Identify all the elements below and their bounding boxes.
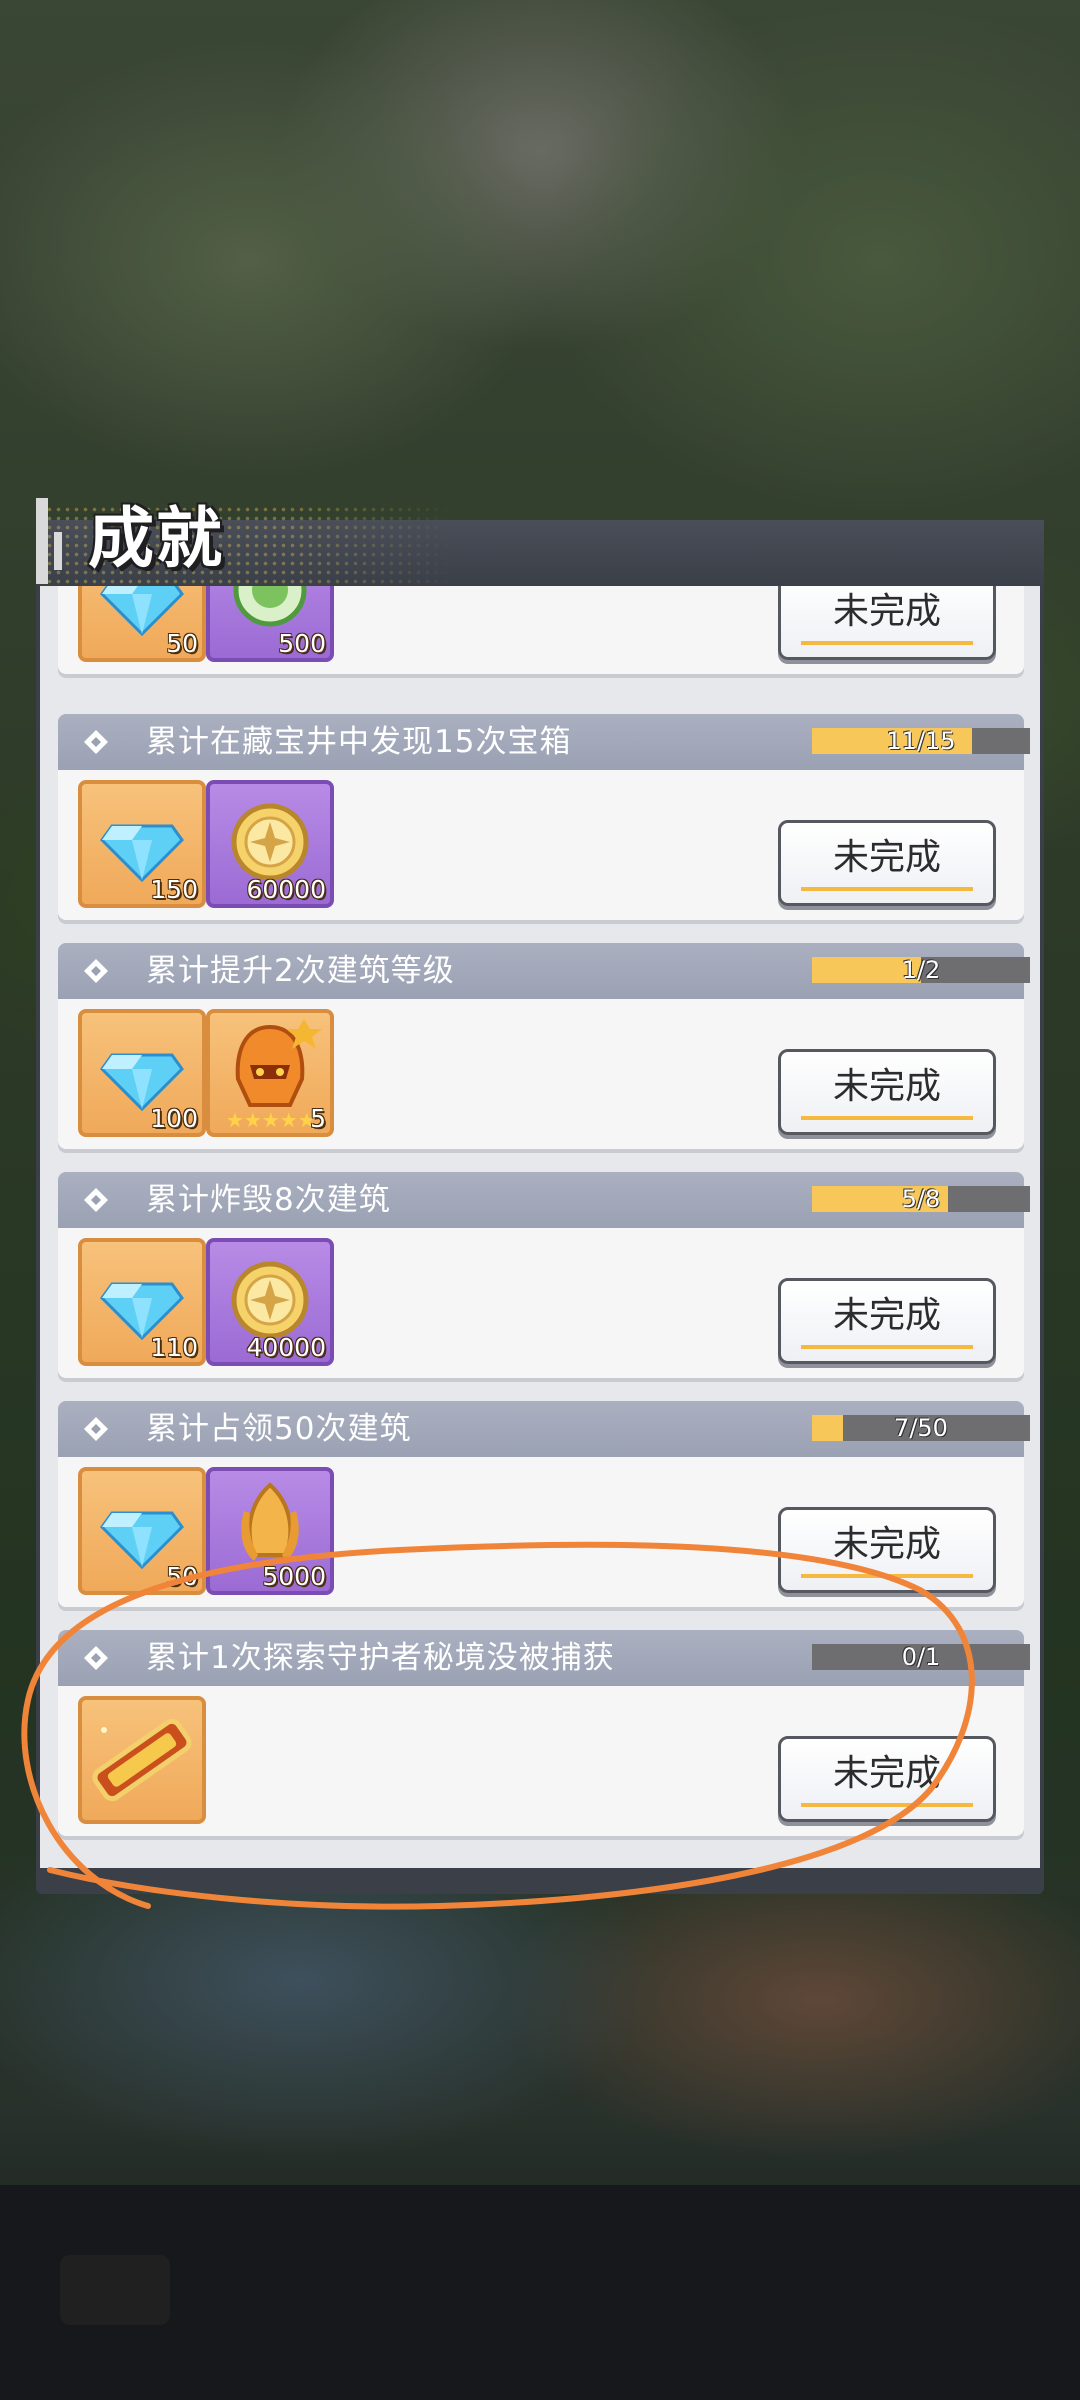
status-underline (801, 641, 973, 645)
reward-slot[interactable]: ★★★★★ 5 (206, 1009, 334, 1137)
status-label: 未完成 (832, 1753, 941, 1794)
status-underline (801, 1345, 973, 1349)
status-label: 未完成 (832, 1524, 941, 1565)
reward-slot[interactable]: 500 (206, 586, 334, 662)
bullet-diamond-icon (84, 730, 108, 754)
bullet-diamond-icon (84, 1646, 108, 1670)
reward-amount: 40000 (246, 1333, 326, 1362)
reward-slot[interactable]: 60000 (206, 780, 334, 908)
status-underline (801, 1574, 973, 1578)
bullet-diamond-icon (84, 959, 108, 983)
achievement-card: 50 5000 7/50 未完成 (58, 1415, 1030, 1607)
achievement-card: 50 500 未完成 (58, 586, 1024, 674)
status-button[interactable]: 未完成 (778, 1049, 996, 1135)
reward-amount: 50 (166, 629, 198, 658)
achievement-panel[interactable]: 50 500 未完成 累计在藏宝井中发现15次宝箱 150 60000 11/1… (36, 586, 1044, 1876)
progress-bar: 5/8 (812, 1186, 1030, 1212)
bottom-bar (0, 2185, 1080, 2400)
progress-bar: 1/2 (812, 957, 1030, 983)
achievement-card: 150 60000 11/15 未完成 (58, 728, 1030, 920)
page-title: 成就 (88, 500, 224, 577)
progress-text: 0/1 (901, 1643, 941, 1671)
status-button[interactable]: 未完成 (778, 820, 996, 906)
status-label: 未完成 (832, 591, 941, 632)
reward-amount: 50 (166, 1562, 198, 1591)
reward-slot[interactable]: 50 (78, 586, 206, 662)
progress-bar: 7/50 (812, 1415, 1030, 1441)
progress-bar: 11/15 (812, 728, 1030, 754)
achievement-card: 100 ★★★★★ 5 1/2 未完成 (58, 957, 1030, 1149)
status-label: 未完成 (832, 1295, 941, 1336)
status-button[interactable]: 未完成 (778, 1507, 996, 1593)
status-underline (801, 887, 973, 891)
status-button[interactable]: 未完成 (778, 586, 996, 660)
svg-text:★★★★★: ★★★★★ (226, 1108, 316, 1132)
panel-footer (36, 1868, 1044, 1894)
achievement-title: 累计1次探索守护者秘境没被捕获 (146, 1640, 615, 1676)
progress-text: 5/8 (901, 1185, 941, 1213)
bullet-diamond-icon (84, 1417, 108, 1441)
achievement-title: 累计提升2次建筑等级 (146, 953, 455, 989)
progress-text: 11/15 (886, 727, 956, 755)
achievement-card: 0/1 未完成 (58, 1644, 1030, 1836)
reward-amount: 110 (150, 1333, 198, 1362)
status-underline (801, 1116, 973, 1120)
reward-slot[interactable]: 50 (78, 1467, 206, 1595)
title-badge-icon (92, 1718, 192, 1802)
bottom-bar-icon (60, 2255, 170, 2325)
reward-amount: 150 (150, 875, 198, 904)
status-label: 未完成 (832, 837, 941, 878)
reward-amount: 5 (310, 1104, 326, 1133)
reward-amount: 5000 (262, 1562, 326, 1591)
achievement-title: 累计炸毁8次建筑 (146, 1182, 391, 1218)
progress-bar: 0/1 (812, 1644, 1030, 1670)
reward-slot[interactable]: 150 (78, 780, 206, 908)
reward-slot[interactable] (78, 1696, 206, 1824)
status-button[interactable]: 未完成 (778, 1736, 996, 1822)
achievement-title: 累计在藏宝井中发现15次宝箱 (146, 724, 572, 760)
reward-amount: 500 (278, 629, 326, 658)
panel-title-accent-small (54, 532, 62, 570)
progress-text: 1/2 (901, 956, 941, 984)
panel-title-accent (36, 498, 48, 584)
reward-slot[interactable]: 110 (78, 1238, 206, 1366)
reward-slot[interactable]: 40000 (206, 1238, 334, 1366)
status-button[interactable]: 未完成 (778, 1278, 996, 1364)
progress-text: 7/50 (894, 1414, 948, 1442)
reward-slot[interactable]: 100 (78, 1009, 206, 1137)
reward-slot[interactable]: 5000 (206, 1467, 334, 1595)
bullet-diamond-icon (84, 1188, 108, 1212)
status-underline (801, 1803, 973, 1807)
achievement-card: 110 40000 5/8 未完成 (58, 1186, 1030, 1378)
achievement-title: 累计占领50次建筑 (146, 1411, 412, 1447)
reward-amount: 60000 (246, 875, 326, 904)
status-label: 未完成 (832, 1066, 941, 1107)
reward-amount: 100 (150, 1104, 198, 1133)
